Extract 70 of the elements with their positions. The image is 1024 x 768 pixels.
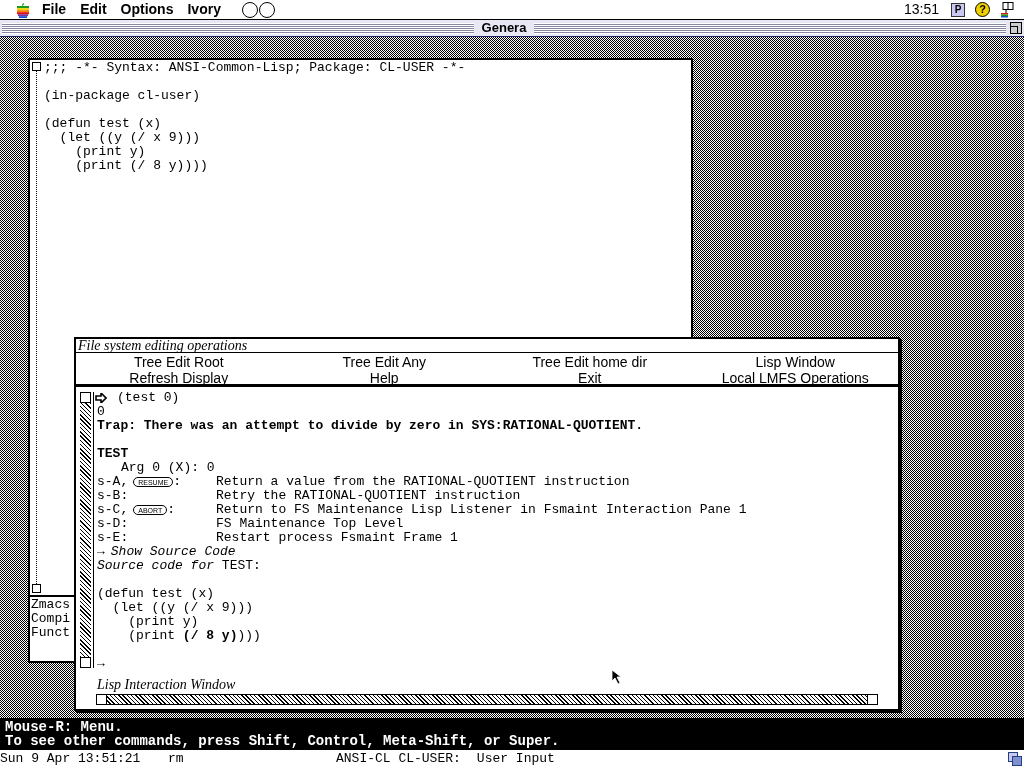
command-menu-item[interactable]: Refresh Display xyxy=(129,370,229,386)
status-user: rm xyxy=(168,750,185,768)
show-source-link[interactable]: Show Source Code xyxy=(110,545,236,559)
output-text: Arg 0 (X): 0 xyxy=(121,460,215,475)
menu-title[interactable]: Options xyxy=(120,0,174,20)
code-line: (let ((y (/ x 9))) xyxy=(58,130,201,145)
menu-title[interactable]: File xyxy=(42,0,67,20)
scroll-box[interactable] xyxy=(80,657,91,668)
command-menu-item[interactable]: Exit xyxy=(578,370,602,386)
arrow-text: → xyxy=(97,545,105,559)
command-menu-item[interactable]: Lisp Window xyxy=(755,354,835,370)
restart-key[interactable]: s-C, xyxy=(97,503,129,517)
restart-key[interactable]: s-B: xyxy=(97,489,129,503)
menu-clock[interactable]: 13:51 xyxy=(903,0,939,20)
scroll-box[interactable] xyxy=(31,584,41,593)
status-state: User Input xyxy=(476,750,555,768)
apple-icon[interactable] xyxy=(16,1,30,18)
mode-line-text: Funct xyxy=(31,625,70,640)
restart-option[interactable]: Return a value from the RATIONAL-QUOTIENT instruction xyxy=(216,475,630,489)
pane-label: Lisp Interaction Window xyxy=(97,677,236,692)
mode-line-text: Compi xyxy=(31,611,70,626)
horizontal-scroll-bar[interactable] xyxy=(96,694,878,705)
menu-title[interactable]: Ivory xyxy=(187,0,221,20)
command-menu-item[interactable]: Tree Edit home dir xyxy=(532,354,648,370)
circles-icon[interactable] xyxy=(240,1,277,18)
cursor-icon xyxy=(611,669,621,685)
app-menu-button[interactable]: P xyxy=(951,2,965,17)
mouse-doc-text: Mouse-R: Menu. xyxy=(5,719,123,735)
menu-pane-title: File system editing operations xyxy=(78,338,248,353)
mode-line-text: Zmacs xyxy=(31,597,70,612)
restart-option[interactable]: Return to FS Maintenance Lisp Listener in Fsmaint Interaction Pane 1 xyxy=(216,503,747,517)
menu-title[interactable]: Edit xyxy=(80,0,107,20)
network-icon[interactable] xyxy=(1000,1,1014,18)
windows-icon[interactable] xyxy=(1008,752,1022,766)
command-menu-item[interactable]: Tree Edit Root xyxy=(133,354,224,370)
help-button[interactable]: ? xyxy=(975,2,990,17)
mouse-doc-text: To see other commands, press Shift, Control, Meta-Shift, or Super. xyxy=(5,733,560,749)
command-menu-item[interactable]: Local LMFS Operations xyxy=(721,370,869,386)
restart-colon: : xyxy=(167,503,176,517)
status-date: Sun 9 Apr 13:51:21 xyxy=(0,750,142,768)
code-line: (print y) xyxy=(74,144,146,159)
code-line: ;;; -*- Syntax: ANSI-Common-Lisp; Package: CL-USER -*- xyxy=(44,60,466,75)
scroll-box[interactable] xyxy=(31,62,41,71)
restart-option[interactable]: Retry the RATIONAL-QUOTIENT instruction xyxy=(216,489,521,503)
output-text: TEST xyxy=(97,446,129,461)
scroll-bar[interactable] xyxy=(80,403,91,657)
output-text: Trap: There was an attempt to divide by zero in SYS:RATIONAL-QUOTIENT. xyxy=(97,418,644,433)
output-text: 0 xyxy=(97,404,105,419)
restart-key[interactable]: s-E: xyxy=(97,531,129,545)
status-package: ANSI-CL CL-USER: xyxy=(336,750,461,768)
zoom-box[interactable] xyxy=(1010,22,1022,34)
output-text: (print (/ 8 y)))) xyxy=(127,628,261,643)
window-title: Genera xyxy=(480,19,528,38)
restart-key[interactable]: s-D: xyxy=(97,517,129,531)
restart-option[interactable]: FS Maintenance Top Level xyxy=(216,517,404,531)
command-menu-item[interactable]: Help xyxy=(369,370,399,386)
code-line: (print (/ 8 y)))) xyxy=(74,158,208,173)
output-text: (let ((y (/ x 9))) xyxy=(111,600,254,615)
restart-key[interactable]: s-A, xyxy=(97,475,129,489)
code-line: (in-package cl-user) xyxy=(44,88,201,103)
output-text: (defun test (x) xyxy=(97,586,215,601)
prompt-arrow: → xyxy=(97,656,105,671)
scroll-box[interactable] xyxy=(80,392,91,403)
command-text: (test 0) xyxy=(117,389,180,408)
output-text: Source code for TEST: xyxy=(97,558,261,573)
restart-colon: : xyxy=(173,475,181,489)
restart-option[interactable]: Restart process Fsmaint Frame 1 xyxy=(216,531,458,545)
output-text: (print y) xyxy=(127,614,199,629)
command-menu-item[interactable]: Tree Edit Any xyxy=(342,354,426,370)
code-line: (defun test (x) xyxy=(44,116,162,131)
